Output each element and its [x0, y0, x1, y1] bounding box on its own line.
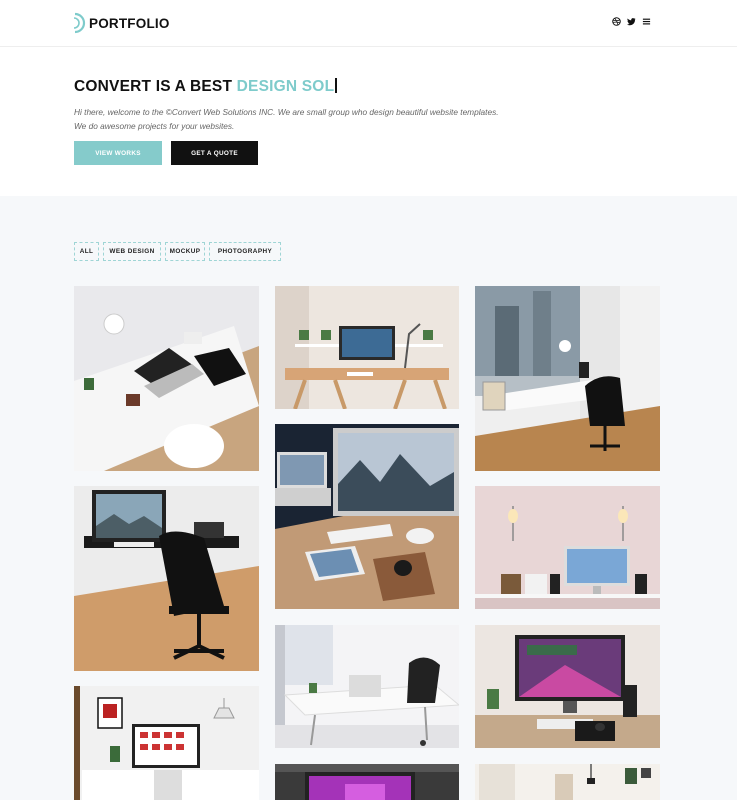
site-header: PORTFOLIO	[0, 0, 737, 47]
hero-description-line2: We do awesome projects for your websites…	[74, 121, 235, 131]
photo-imac-art	[74, 686, 259, 800]
logo[interactable]: PORTFOLIO	[73, 12, 170, 34]
photo-imac-mountains	[275, 424, 459, 609]
portfolio-item-purple-screen[interactable]	[275, 764, 459, 800]
typing-cursor	[335, 78, 337, 93]
photo-purple-monitor	[475, 625, 660, 748]
dribbble-icon[interactable]	[612, 17, 621, 26]
logo-text: PORTFOLIO	[89, 15, 170, 31]
hero-title-accent: DESIGN SOL	[236, 78, 335, 95]
filter-all[interactable]: ALL	[74, 242, 99, 261]
portfolio-item-window-office[interactable]	[475, 286, 660, 471]
portfolio-item-lamps-monitor[interactable]	[475, 486, 660, 609]
photo-white-desk-laptop	[74, 286, 259, 471]
portfolio-item-bright-room[interactable]	[475, 764, 660, 800]
hero-description-line1: Hi there, welcome to the ©Convert Web So…	[74, 107, 499, 117]
portfolio-filters: ALL WEB DESIGN MOCKUP PHOTOGRAPHY	[74, 242, 281, 261]
header-social-icons	[612, 17, 651, 26]
photo-purple-screen	[275, 764, 459, 800]
hero-description: Hi there, welcome to the ©Convert Web So…	[74, 105, 499, 133]
photo-black-chair-monitor	[74, 486, 259, 671]
portfolio-item-white-desk-laptop[interactable]	[74, 286, 259, 471]
portfolio-item-imac-mountains[interactable]	[275, 424, 459, 609]
photo-window-office	[475, 286, 660, 471]
hero-title: CONVERT IS A BEST DESIGN SOL	[74, 78, 337, 96]
portfolio-item-glass-desk[interactable]	[275, 625, 459, 748]
portfolio-item-purple-monitor[interactable]	[475, 625, 660, 748]
portfolio-item-wooden-desk[interactable]	[275, 286, 459, 409]
photo-lamps-monitor	[475, 486, 660, 609]
photo-wooden-desk	[275, 286, 459, 409]
portfolio-item-imac-art[interactable]	[74, 686, 259, 800]
menu-icon[interactable]	[642, 17, 651, 26]
filter-web-design[interactable]: WEB DESIGN	[103, 242, 161, 261]
filter-photography[interactable]: PHOTOGRAPHY	[209, 242, 281, 261]
twitter-icon[interactable]	[627, 17, 636, 26]
hero-title-prefix: CONVERT IS A BEST	[74, 78, 237, 95]
view-works-button[interactable]: VIEW WORKS	[74, 141, 162, 165]
photo-glass-desk	[275, 625, 459, 748]
filter-mockup[interactable]: MOCKUP	[165, 242, 205, 261]
get-a-quote-button[interactable]: GET A QUOTE	[171, 141, 258, 165]
portfolio-item-black-chair-monitor[interactable]	[74, 486, 259, 671]
photo-bright-room	[475, 764, 660, 800]
logo-mark-icon	[73, 12, 86, 34]
hero-section: CONVERT IS A BEST DESIGN SOL Hi there, w…	[0, 47, 737, 196]
